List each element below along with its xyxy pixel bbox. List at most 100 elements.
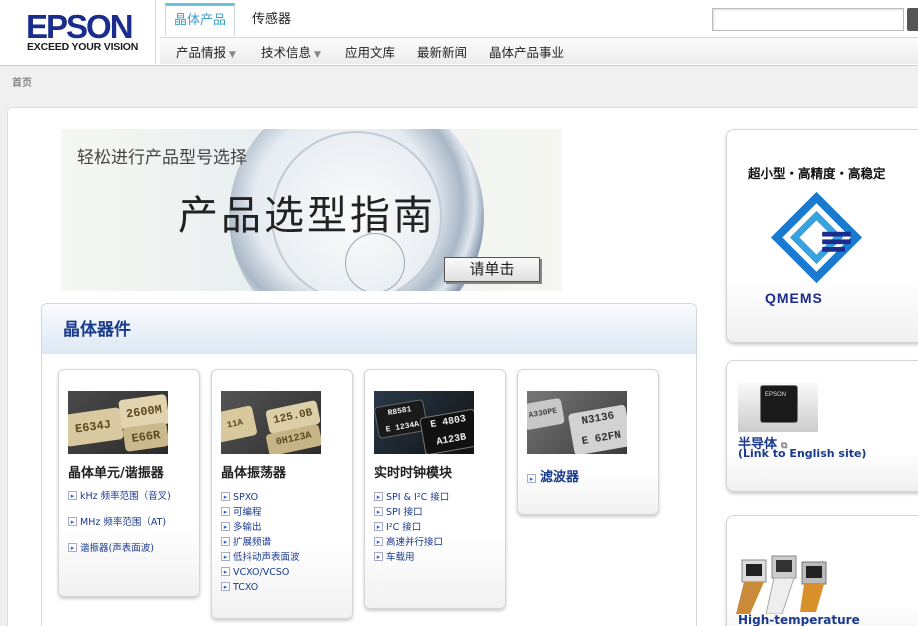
nav-latest-news[interactable]: 最新新闻 xyxy=(417,42,467,61)
card-crystal-oscillators: 11A 125.0B 0H123A 晶体振荡器 ▸ SPXO ▸ 可编程 ▸ 多输出 … xyxy=(211,369,353,619)
arrow-right-icon: ▸ xyxy=(68,543,77,552)
arrow-right-icon: ▸ xyxy=(527,474,536,483)
semiconductor-chip-image: EPSON xyxy=(738,382,818,432)
arrow-right-icon: ▸ xyxy=(68,491,77,500)
sub-navigation: 产品情报 ▼ 技术信息 ▼ 应用文库 最新新闻 晶体产品事业 xyxy=(160,37,918,64)
logo-tagline: EXCEED YOUR VISION xyxy=(27,41,139,53)
high-temperature-title[interactable]: High-temperature xyxy=(738,613,860,626)
list-item-label: 扩展频谱 xyxy=(233,537,272,548)
list-item-label: TCXO xyxy=(233,582,259,593)
banner-click-button[interactable]: 请单击 xyxy=(444,257,540,282)
nav-app-library[interactable]: 应用文库 xyxy=(345,42,395,61)
search-button[interactable] xyxy=(907,8,918,31)
card-title[interactable]: 实时时钟模块 xyxy=(374,462,452,481)
card-link-list: ▸ SPXO ▸ 可编程 ▸ 多输出 ▸ 扩展频谱 ▸ 低抖动声表面波 ▸ VCXO/VCS… xyxy=(221,491,351,596)
card-title[interactable]: 晶体振荡器 xyxy=(221,462,286,481)
filter-image[interactable]: A330PE N3136 E 62FN xyxy=(527,391,627,454)
qmems-logo-icon xyxy=(770,191,863,284)
list-item[interactable]: ▸ 低抖动声表面波 xyxy=(221,551,351,564)
arrow-right-icon: ▸ xyxy=(374,492,383,501)
chip-label: E634J xyxy=(68,407,124,447)
nav-crystal-business[interactable]: 晶体产品事业 xyxy=(489,42,564,61)
tab-crystal-products[interactable]: 晶体产品 xyxy=(165,3,236,36)
list-item[interactable]: ▸ I²C 接口 xyxy=(374,521,504,534)
card-filters: A330PE N3136 E 62FN ▸ 滤波器 xyxy=(517,369,659,515)
chevron-down-icon: ▼ xyxy=(314,50,321,60)
breadcrumb[interactable]: 首页 xyxy=(12,74,32,89)
site-header: EPSON EXCEED YOUR VISION 晶体产品 传感器 产品情报 ▼ … xyxy=(0,0,918,66)
chip-label: 11A xyxy=(221,405,258,443)
filter-link[interactable]: ▸ 滤波器 xyxy=(527,466,579,485)
list-item[interactable]: ▸ VCXO/VCSO xyxy=(221,566,351,579)
list-item[interactable]: ▸ kHz 频率范围（音叉) xyxy=(68,490,198,503)
card-rtc-modules: R8581 E 1234A E 4803 A123B 实时时钟模块 ▸ SPI & I… xyxy=(364,369,506,609)
card-link-list: ▸ kHz 频率范围（音叉) ▸ MHz 频率范围（AT) ▸ 谐振器(声表面波) xyxy=(68,490,198,561)
arrow-right-icon: ▸ xyxy=(221,507,230,516)
nav-product-info-label: 产品情报 xyxy=(176,45,227,60)
nav-tech-info[interactable]: 技术信息 ▼ xyxy=(261,42,321,61)
arrow-right-icon: ▸ xyxy=(221,492,230,501)
qmems-promo[interactable]: 超小型・高精度・高稳定 QMEMS xyxy=(726,129,918,343)
nav-product-info[interactable]: 产品情报 ▼ xyxy=(176,42,236,61)
semiconductor-promo[interactable]: EPSON 半导体 ⧉ (Link to English site) xyxy=(726,360,918,492)
list-item[interactable]: ▸ SPXO xyxy=(221,491,351,504)
arrow-right-icon: ▸ xyxy=(68,517,77,526)
list-item[interactable]: ▸ 可编程 xyxy=(221,506,351,519)
banner-subtitle: 轻松进行产品型号选择 xyxy=(77,148,247,168)
list-item-label: MHz 频率范围（AT) xyxy=(80,517,167,528)
chip-label-line: E 4803 xyxy=(429,414,468,432)
list-item[interactable]: ▸ MHz 频率范围（AT) xyxy=(68,516,198,529)
arrow-right-icon: ▸ xyxy=(221,582,230,591)
crystal-unit-image[interactable]: E634J 2600M E66R xyxy=(68,391,168,454)
list-item-label: kHz 频率范围（音叉) xyxy=(80,491,171,502)
chip-label-line: R8581 xyxy=(387,405,413,419)
chip-label-line: E 1234A xyxy=(385,420,420,435)
banner-title: 产品选型指南 xyxy=(178,193,436,239)
sensor-modules-image xyxy=(736,555,827,614)
arrow-right-icon: ▸ xyxy=(221,552,230,561)
nav-tech-info-label: 技术信息 xyxy=(261,45,312,60)
list-item-label: SPI 接口 xyxy=(386,507,423,518)
chip-label-line: N3136 xyxy=(580,410,616,428)
list-item-label: SPXO xyxy=(233,492,259,503)
arrow-right-icon: ▸ xyxy=(374,552,383,561)
english-site-link[interactable]: (Link to English site) xyxy=(738,447,866,460)
chip-label: E 4803 A123B xyxy=(419,408,474,454)
list-item[interactable]: ▸ 扩展频谱 xyxy=(221,536,351,549)
card-title[interactable]: 晶体单元/谐振器 xyxy=(68,462,164,481)
list-item-label: 谐振器(声表面波) xyxy=(80,543,154,554)
list-item-label: 可编程 xyxy=(233,507,262,518)
card-title: 滤波器 xyxy=(540,470,580,485)
oscillator-image[interactable]: 11A 125.0B 0H123A xyxy=(221,391,321,454)
chevron-down-icon: ▼ xyxy=(229,50,236,60)
selection-guide-banner[interactable]: 轻松进行产品型号选择 产品选型指南 请单击 xyxy=(61,129,562,291)
list-item[interactable]: ▸ SPI & I²C 接口 xyxy=(374,491,504,504)
watch-subdial xyxy=(345,233,405,291)
chip-label: A330PE xyxy=(527,397,565,431)
list-item[interactable]: ▸ TCXO xyxy=(221,581,351,594)
page: EPSON EXCEED YOUR VISION 晶体产品 传感器 产品情报 ▼ … xyxy=(0,0,918,626)
list-item[interactable]: ▸ 谐振器(声表面波) xyxy=(68,542,198,555)
tab-sensors[interactable]: 传感器 xyxy=(244,5,299,38)
chip-label: N3136 E 62FN xyxy=(567,404,627,454)
list-item[interactable]: ▸ 多输出 xyxy=(221,521,351,534)
chip-brand: EPSON xyxy=(765,392,787,398)
list-item-label: VCXO/VCSO xyxy=(233,567,290,578)
list-item-label: 高速并行接口 xyxy=(386,537,444,548)
list-item[interactable]: ▸ SPI 接口 xyxy=(374,506,504,519)
high-temperature-promo[interactable]: High-temperature xyxy=(726,515,918,626)
list-item-label: I²C 接口 xyxy=(386,522,422,533)
arrow-right-icon: ▸ xyxy=(374,522,383,531)
search-input[interactable] xyxy=(712,8,904,31)
list-item-label: 多输出 xyxy=(233,522,262,533)
epson-logo[interactable]: EPSON EXCEED YOUR VISION xyxy=(8,0,156,64)
list-item[interactable]: ▸ 高速并行接口 xyxy=(374,536,504,549)
qmems-tagline: 超小型・高精度・高稳定 xyxy=(748,166,886,181)
list-item[interactable]: ▸ 车载用 xyxy=(374,551,504,564)
arrow-right-icon: ▸ xyxy=(374,537,383,546)
chip-label-line: E 62FN xyxy=(581,429,623,449)
semiconductor-chip: EPSON xyxy=(760,385,798,423)
qmems-wordmark: QMEMS xyxy=(765,290,823,306)
card-link-list: ▸ SPI & I²C 接口 ▸ SPI 接口 ▸ I²C 接口 ▸ 高速并行接口 ▸ 车… xyxy=(374,491,504,566)
rtc-module-image[interactable]: R8581 E 1234A E 4803 A123B xyxy=(374,391,474,454)
